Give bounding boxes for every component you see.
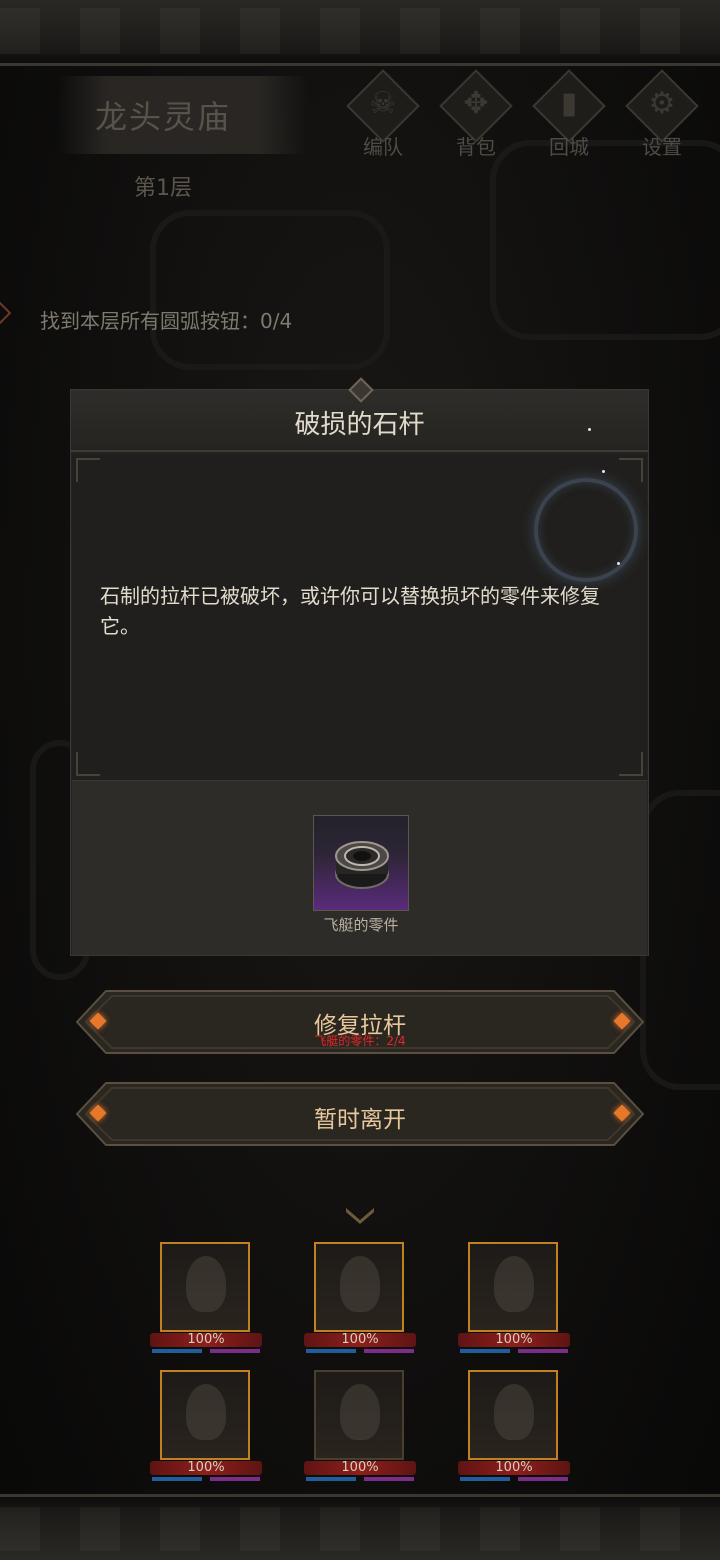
party-member-1[interactable]: 100% bbox=[150, 1242, 266, 1360]
dialog-title: 破损的石杆 bbox=[294, 410, 425, 440]
backpack-button[interactable]: ✥ 背包 bbox=[437, 69, 515, 160]
party-member-3[interactable]: 100% bbox=[458, 1242, 574, 1360]
top-ornament-frame bbox=[0, 0, 720, 66]
horned-skull-icon: ☠ bbox=[369, 86, 397, 121]
crowned-priestess-portrait bbox=[160, 1370, 250, 1460]
party-member-2[interactable]: 100% bbox=[304, 1242, 420, 1360]
item-slot[interactable] bbox=[313, 815, 409, 911]
repair-lever-button[interactable]: 修复拉杆 飞艇的零件：2/4 bbox=[76, 990, 644, 1054]
return-town-label: 回城 bbox=[549, 135, 589, 159]
dialog-item-area: 飞艇的零件 bbox=[72, 780, 647, 955]
bag-icon: ✥ bbox=[463, 86, 489, 121]
background-pipe bbox=[150, 210, 390, 370]
party-member-6[interactable]: 100% bbox=[458, 1370, 574, 1488]
settings-button[interactable]: ⚙ 设置 bbox=[623, 69, 701, 160]
hp-percent: 100% bbox=[495, 1460, 533, 1475]
repair-requirement: 飞艇的零件：2/4 bbox=[314, 1034, 406, 1048]
party-member-4[interactable]: 100% bbox=[150, 1370, 266, 1488]
hp-percent: 100% bbox=[341, 1460, 379, 1475]
hp-percent: 100% bbox=[187, 1332, 225, 1347]
bottom-ornament-frame bbox=[0, 1494, 720, 1560]
door-icon: ▮ bbox=[560, 86, 578, 121]
blonde-heroine-portrait bbox=[160, 1242, 250, 1332]
dungeon-screen: 龙头灵庙 第1层 ☠ 编队 ✥ 背包 ▮ 回城 ⚙ 设置 找到本层所有圆弧按钮：… bbox=[0, 0, 720, 1560]
hp-percent: 100% bbox=[187, 1460, 225, 1475]
floor-label: 第1层 bbox=[134, 176, 192, 201]
dialog-description: 石制的拉杆已被破坏，或许你可以替换损坏的零件来修复它。 bbox=[100, 584, 600, 638]
background-pipe bbox=[490, 140, 720, 340]
sparkle-icon bbox=[588, 428, 591, 431]
armored-dragonkin-portrait bbox=[314, 1242, 404, 1332]
dialog-header: 破损的石杆 bbox=[71, 390, 648, 452]
werewolf-portrait bbox=[314, 1370, 404, 1460]
item-name: 飞艇的零件 bbox=[323, 916, 399, 934]
party-collapse-chevron-icon[interactable] bbox=[344, 1206, 376, 1226]
leave-button[interactable]: 暂时离开 bbox=[76, 1082, 644, 1146]
formation-label: 编队 bbox=[363, 135, 403, 159]
background-pipe bbox=[640, 790, 720, 1090]
silver-hair-maiden-portrait bbox=[468, 1370, 558, 1460]
hp-percent: 100% bbox=[341, 1332, 379, 1347]
settings-label: 设置 bbox=[642, 135, 682, 159]
sparkle-icon bbox=[617, 562, 620, 565]
airship-part-gear-icon bbox=[335, 841, 389, 889]
party-member-5[interactable]: 100% bbox=[304, 1370, 420, 1488]
magic-ring-decoration bbox=[534, 478, 638, 582]
hat-rogue-portrait bbox=[468, 1242, 558, 1332]
gear-icon: ⚙ bbox=[648, 86, 676, 121]
return-town-button[interactable]: ▮ 回城 bbox=[530, 69, 608, 160]
location-name: 龙头灵庙 bbox=[94, 98, 231, 136]
leave-label: 暂时离开 bbox=[314, 1107, 406, 1133]
event-dialog: 破损的石杆 石制的拉杆已被破坏，或许你可以替换损坏的零件来修复它。 飞艇的零件 bbox=[70, 389, 649, 956]
quest-marker-icon bbox=[0, 301, 12, 325]
hp-percent: 100% bbox=[495, 1332, 533, 1347]
sparkle-icon bbox=[602, 470, 605, 473]
quest-objective: 找到本层所有圆弧按钮：0/4 bbox=[40, 309, 293, 333]
formation-button[interactable]: ☠ 编队 bbox=[344, 69, 422, 160]
dialog-body: 石制的拉杆已被破坏，或许你可以替换损坏的零件来修复它。 bbox=[72, 428, 647, 780]
backpack-label: 背包 bbox=[456, 135, 496, 159]
